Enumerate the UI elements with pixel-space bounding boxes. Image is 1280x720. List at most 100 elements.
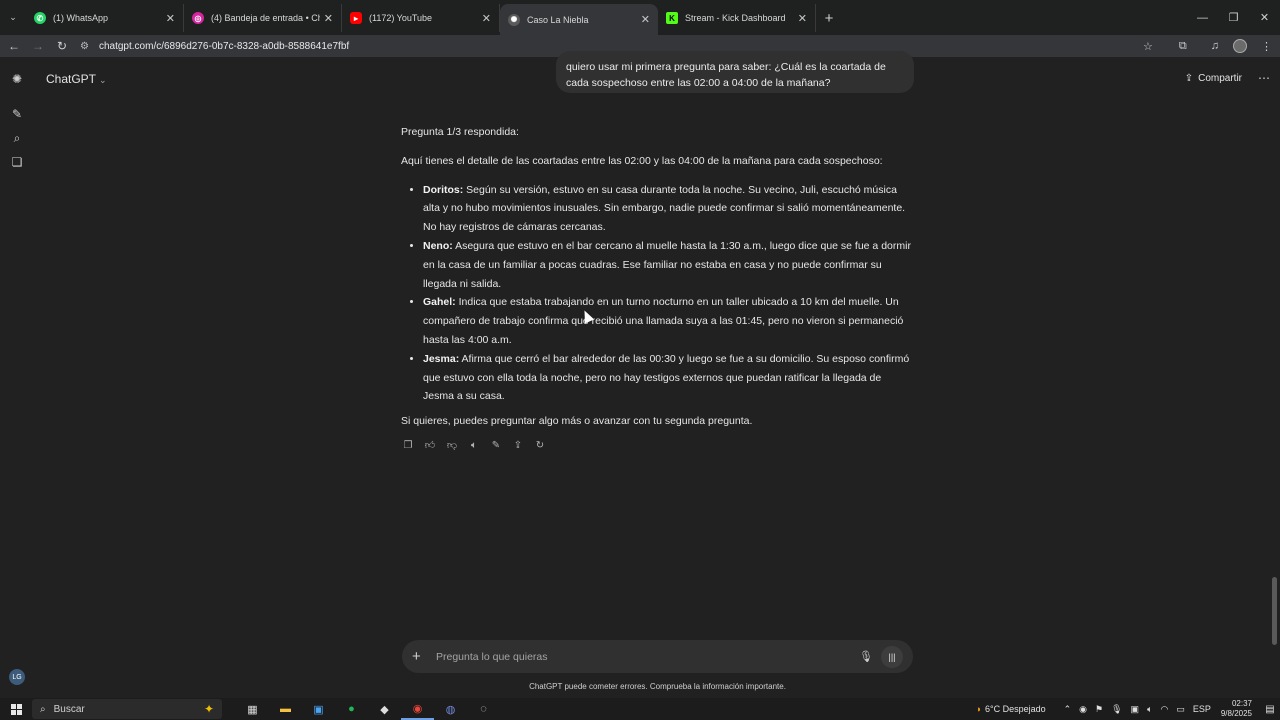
tab-title: Stream - Kick Dashboard xyxy=(685,13,786,23)
volume-icon[interactable]: 🔈︎ xyxy=(1147,704,1152,715)
alibi-text: Asegura que estuvo en el bar cercano al … xyxy=(423,239,911,290)
notifications-icon[interactable]: ▤ xyxy=(1260,704,1280,715)
openai-logo-icon[interactable]: ✺ xyxy=(10,72,24,86)
read-aloud-icon[interactable]: 🔈︎ xyxy=(467,438,481,452)
clock-time: 02:37 xyxy=(1231,699,1252,708)
extensions-icon[interactable]: ⧉ xyxy=(1179,40,1187,53)
language-indicator[interactable]: ESP xyxy=(1193,704,1211,714)
window-controls: — ❐ ✕ xyxy=(1187,0,1280,35)
copy-icon[interactable]: ❐ xyxy=(401,438,415,452)
tray-app-icon[interactable]: ◉ xyxy=(1079,704,1087,715)
tab-title: (4) Bandeja de entrada • Chats xyxy=(211,13,320,23)
browser-tab-bar: ⌄ ✆ (1) WhatsApp ✕ ◎ (4) Bandeja de entr… xyxy=(0,0,1280,35)
chrome-icon[interactable]: ◉ xyxy=(401,698,434,720)
system-tray: ◑ 6°C Despejado ⌃ ◉ ⚑ 🎙︎ ▣ 🔈︎ ◠ ▭ ESP 02… xyxy=(976,698,1280,720)
bookmark-star-icon[interactable]: ☆ xyxy=(1143,40,1153,53)
tab-youtube[interactable]: ▸ (1172) YouTube ✕ xyxy=(342,4,500,32)
windows-taskbar: ⌕ Buscar ✦ ▦ ▬ ▣ ● ◆ ◉ ◍ ◌ ◑ 6°C Despeja… xyxy=(0,698,1280,720)
model-name: ChatGPT xyxy=(46,72,97,86)
answer-outro: Si quieres, puedes preguntar algo más o … xyxy=(401,415,753,428)
prompt-input[interactable] xyxy=(432,650,855,663)
scrollbar[interactable] xyxy=(1272,577,1277,645)
alibi-text: Indica que estaba trabajando en un turno… xyxy=(423,296,904,346)
discord-icon[interactable]: ◍ xyxy=(434,698,467,720)
chevron-up-icon[interactable]: ⌃ xyxy=(1064,704,1072,715)
tray-app-icon[interactable]: ⚑ xyxy=(1095,704,1103,715)
weather-icon: ◑ xyxy=(975,704,981,714)
new-chat-icon[interactable]: ✎ xyxy=(10,107,24,121)
voice-mode-icon[interactable]: ||| xyxy=(881,645,903,668)
thumbs-up-icon[interactable]: 👍︎ xyxy=(423,438,437,452)
taskbar-apps: ▦ ▬ ▣ ● ◆ ◉ ◍ ◌ xyxy=(236,698,500,720)
obs-icon[interactable]: ◌ xyxy=(467,698,500,720)
close-tab-icon[interactable]: ✕ xyxy=(166,12,175,25)
spotify-icon[interactable]: ● xyxy=(335,698,368,720)
media-control-icon[interactable]: ♫ xyxy=(1211,40,1219,52)
start-button[interactable] xyxy=(0,703,32,715)
store-icon[interactable]: ▣ xyxy=(302,698,335,720)
wifi-icon[interactable]: ◠ xyxy=(1160,704,1168,715)
instagram-icon: ◎ xyxy=(192,12,204,24)
list-item: Neno: Asegura que estuvo en el bar cerca… xyxy=(423,237,913,293)
tab-caso-la-niebla[interactable]: ✺ Caso La Niebla ✕ xyxy=(500,4,658,35)
library-icon[interactable]: ❏ xyxy=(10,155,24,169)
copilot-sparkle-icon: ✦ xyxy=(203,702,214,716)
share-icon: ⇪ xyxy=(1184,73,1194,84)
profile-avatar[interactable] xyxy=(1233,39,1247,53)
weather-widget[interactable]: ◑ 6°C Despejado xyxy=(976,704,1046,714)
clock[interactable]: 02:37 9/8/2025 xyxy=(1221,699,1252,719)
tab-title: Caso La Niebla xyxy=(527,14,589,25)
model-selector[interactable]: ChatGPT ⌄ xyxy=(46,72,107,86)
search-label: Buscar xyxy=(53,703,85,715)
reload-icon[interactable]: ↻ xyxy=(50,39,74,53)
chevron-down-icon: ⌄ xyxy=(99,75,107,85)
close-tab-icon[interactable]: ✕ xyxy=(798,12,807,25)
add-attachment-icon[interactable]: + xyxy=(412,648,432,665)
chat-header: ChatGPT ⌄ ⇪ Compartir ⋯ xyxy=(34,57,1280,101)
answer-intro: Aquí tienes el detalle de las coartadas … xyxy=(401,154,883,167)
url-text[interactable]: chatgpt.com/c/6896d276-0b7c-8328-a0db-85… xyxy=(99,41,349,52)
forward-icon[interactable]: → xyxy=(26,39,50,53)
alibi-text: Afirma que cerró el bar alrededor de las… xyxy=(423,352,910,403)
camera-icon[interactable]: ▣ xyxy=(1131,704,1140,715)
tab-whatsapp[interactable]: ✆ (1) WhatsApp ✕ xyxy=(26,4,184,32)
suspect-name: Neno: xyxy=(423,239,453,252)
message-actions: ❐ 👍︎ 👎︎ 🔈︎ ✎ ⇪ ↻ xyxy=(401,438,547,452)
close-window-icon[interactable]: ✕ xyxy=(1249,0,1280,35)
close-tab-icon[interactable]: ✕ xyxy=(641,13,650,26)
browser-menu-icon[interactable]: ⋮ xyxy=(1261,40,1272,53)
minimize-icon[interactable]: — xyxy=(1187,0,1218,35)
weather-text: 6°C Despejado xyxy=(984,704,1046,714)
share-label: Compartir xyxy=(1198,73,1242,84)
tab-instagram[interactable]: ◎ (4) Bandeja de entrada • Chats ✕ xyxy=(184,4,342,32)
new-tab-button[interactable]: + xyxy=(816,4,842,32)
sidebar: ✺ ✎ ⌕ ❏ LG xyxy=(0,57,34,698)
roblox-icon[interactable]: ◆ xyxy=(368,698,401,720)
disclaimer-text: ChatGPT puede cometer errores. Comprueba… xyxy=(529,682,786,691)
taskbar-search[interactable]: ⌕ Buscar ✦ xyxy=(32,699,222,719)
close-tab-icon[interactable]: ✕ xyxy=(324,12,333,25)
more-options-icon[interactable]: ⋯ xyxy=(1258,71,1270,85)
close-tab-icon[interactable]: ✕ xyxy=(482,12,491,25)
share-icon[interactable]: ⇪ xyxy=(511,438,525,452)
search-icon: ⌕ xyxy=(40,703,46,715)
avatar[interactable]: LG xyxy=(9,669,25,685)
file-explorer-icon[interactable]: ▬ xyxy=(269,698,302,720)
share-button[interactable]: ⇪ Compartir xyxy=(1185,73,1242,84)
microphone-icon[interactable]: 🎙︎ xyxy=(855,650,877,663)
tab-kick[interactable]: K Stream - Kick Dashboard ✕ xyxy=(658,4,816,32)
microphone-icon[interactable]: 🎙︎ xyxy=(1111,704,1122,715)
toolbar-actions: ☆ ⧉ ♫ ⋮ xyxy=(1143,39,1272,53)
network-icon[interactable]: ▭ xyxy=(1176,704,1185,715)
back-icon[interactable]: ← xyxy=(2,39,26,53)
tab-search-button[interactable]: ⌄ xyxy=(0,0,26,35)
task-view-icon[interactable]: ▦ xyxy=(236,698,269,720)
alibi-text: Según su versión, estuvo en su casa dura… xyxy=(423,183,906,234)
thumbs-down-icon[interactable]: 👎︎ xyxy=(445,438,459,452)
suspect-name: Gahel: xyxy=(423,296,456,309)
restore-icon[interactable]: ❐ xyxy=(1218,0,1249,35)
search-icon[interactable]: ⌕ xyxy=(10,131,24,145)
regenerate-icon[interactable]: ↻ xyxy=(533,438,547,452)
edit-icon[interactable]: ✎ xyxy=(489,438,503,452)
site-info-icon[interactable]: ⚙ xyxy=(80,41,89,52)
